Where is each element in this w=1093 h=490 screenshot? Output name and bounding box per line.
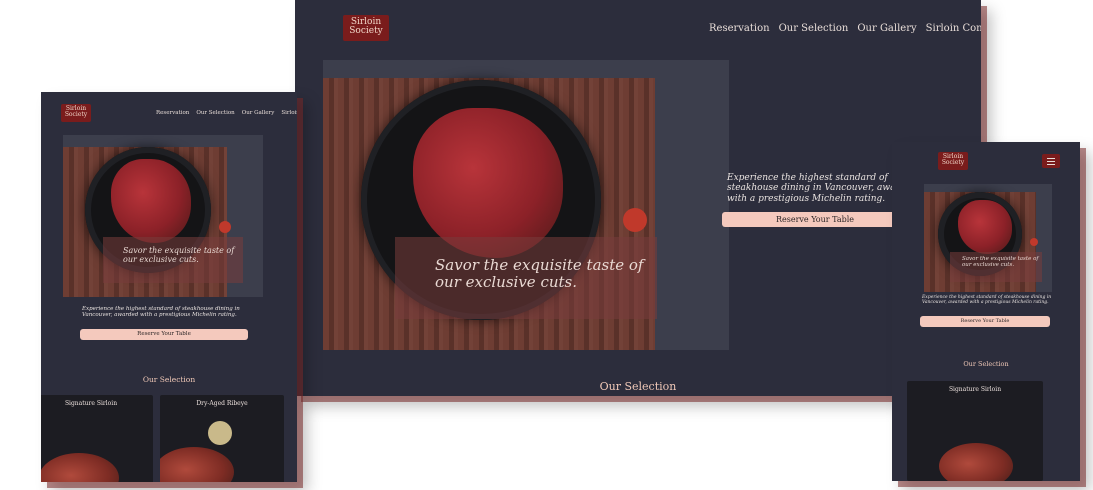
selection-card[interactable]: Signature Sirloin — [41, 395, 153, 482]
nav-reservation[interactable]: Reservation — [156, 110, 189, 116]
nav-sirloin-contact[interactable]: Sirloin Contact — [281, 110, 297, 116]
brand-logo[interactable]: Sirloin Society — [343, 15, 389, 41]
hamburger-icon[interactable] — [1042, 154, 1060, 168]
card-title: Dry-Aged Ribeye — [196, 400, 248, 407]
selection-card[interactable]: Dry-Aged Ribeye — [160, 395, 284, 482]
tablet-preview: Sirloin Society Reservation Our Selectio… — [41, 92, 297, 482]
main-nav: Reservation Our Selection Our Gallery Si… — [156, 110, 297, 116]
hero-tagline: Savor the exquisite taste of our exclusi… — [435, 256, 644, 292]
brand-line-2: Society — [941, 159, 965, 167]
brand-logo[interactable]: Sirloin Society — [938, 152, 968, 170]
steak-image — [160, 447, 234, 482]
mobile-preview: Sirloin Society Savor the exquisite tast… — [892, 142, 1080, 481]
nav-our-gallery[interactable]: Our Gallery — [857, 23, 916, 34]
intro-text: Experience the highest standard of steak… — [82, 306, 240, 319]
brand-line-2: Society — [349, 26, 383, 37]
steak-image — [939, 443, 1013, 481]
hero-image: Savor the exquisite taste of our exclusi… — [63, 135, 263, 297]
garlic-image — [208, 421, 232, 445]
card-title: Signature Sirloin — [948, 386, 1002, 393]
reserve-button[interactable]: Reserve Your Table — [80, 329, 248, 340]
steak-image — [41, 453, 119, 482]
reserve-button[interactable]: Reserve Your Table — [722, 212, 908, 227]
intro-text: Experience the highest standard of steak… — [922, 295, 1052, 306]
section-title: Our Selection — [963, 360, 1009, 368]
hero-image: Savor the exquisite taste of our exclusi… — [924, 184, 1052, 292]
card-title: Signature Sirloin — [64, 400, 118, 407]
nav-our-gallery[interactable]: Our Gallery — [242, 110, 275, 116]
desktop-preview: Sirloin Society Reservation Our Selectio… — [295, 0, 981, 396]
main-nav: Reservation Our Selection Our Gallery Si… — [709, 23, 981, 34]
hero-tagline: Savor the exquisite taste of our exclusi… — [962, 256, 1039, 269]
reserve-button[interactable]: Reserve Your Table — [920, 316, 1050, 327]
selection-card[interactable]: Signature Sirloin — [907, 381, 1043, 481]
nav-reservation[interactable]: Reservation — [709, 23, 770, 34]
nav-our-selection[interactable]: Our Selection — [779, 23, 849, 34]
nav-our-selection[interactable]: Our Selection — [196, 110, 234, 116]
hero-tagline: Savor the exquisite taste of our exclusi… — [123, 246, 235, 265]
hero-image: Savor the exquisite taste of our exclusi… — [323, 60, 729, 350]
section-title: Our Selection — [142, 375, 196, 384]
section-title: Our Selection — [599, 380, 677, 393]
brand-line-2: Society — [64, 111, 88, 119]
nav-sirloin-contact[interactable]: Sirloin Contact — [926, 23, 981, 34]
brand-logo[interactable]: Sirloin Society — [61, 104, 91, 122]
